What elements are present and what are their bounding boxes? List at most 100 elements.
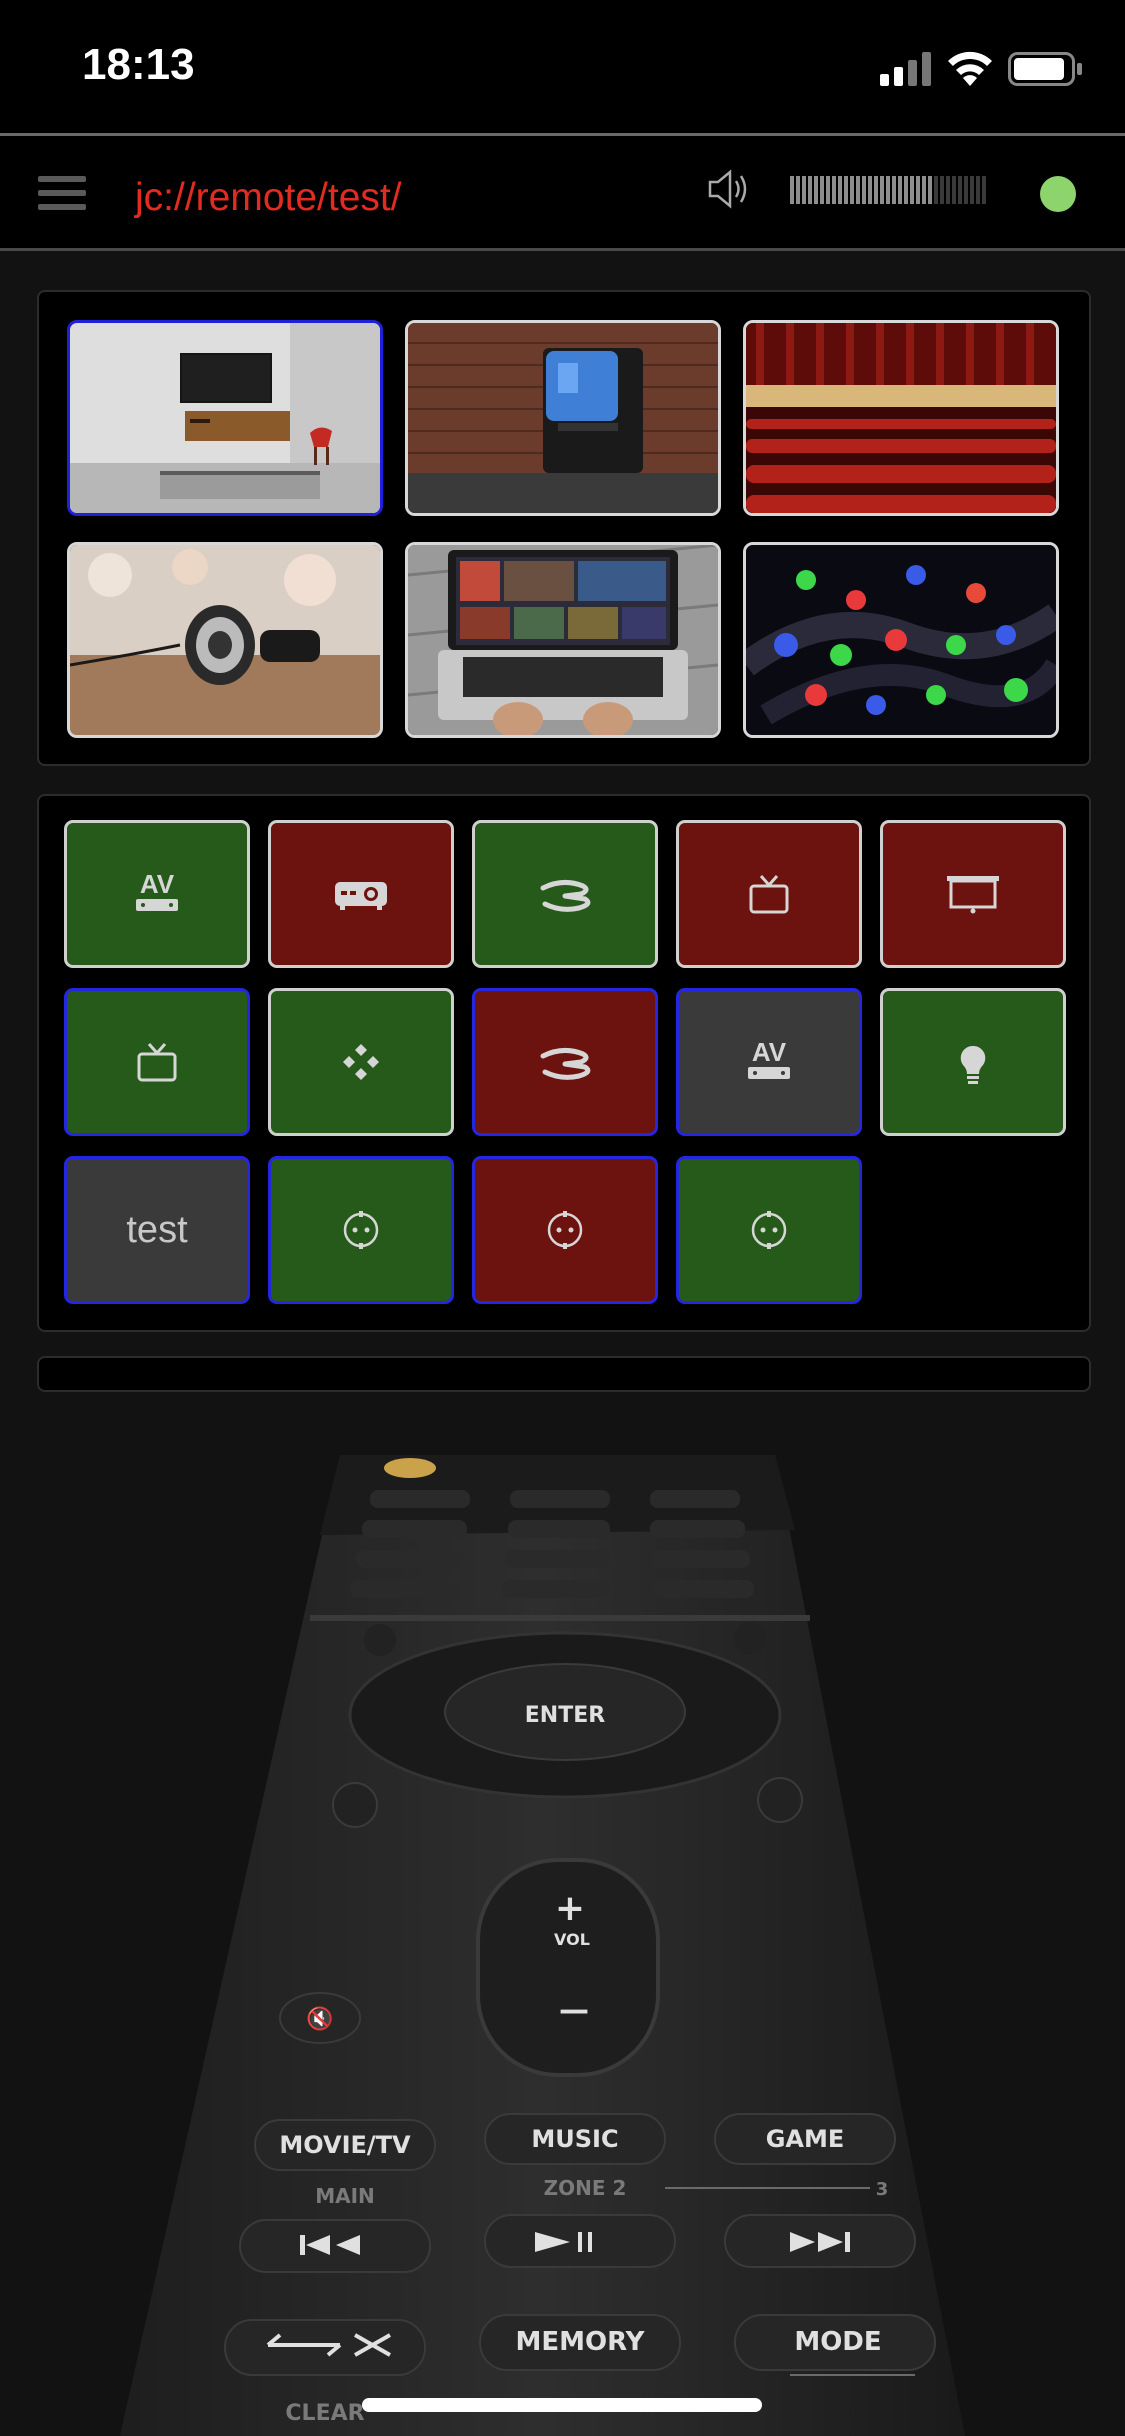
volume-tick (886, 176, 890, 204)
svg-text:🔇: 🔇 (306, 2006, 333, 2032)
plug-3-on-button[interactable] (676, 1156, 862, 1304)
tv-on-button[interactable] (64, 988, 250, 1136)
app-header: jc://remote/test/ (0, 133, 1125, 251)
home-indicator[interactable] (362, 2398, 762, 2412)
light-on-button[interactable] (880, 988, 1066, 1136)
plug-2-off-button[interactable] (472, 1156, 658, 1304)
svg-text:3: 3 (876, 2179, 889, 2200)
plug-icon (751, 1211, 787, 1249)
tv-icon (137, 1043, 177, 1082)
kodi-icon (343, 1044, 379, 1080)
svg-text:AV: AV (140, 869, 175, 899)
av-receiver-icon: AV (136, 869, 178, 911)
bluray-on-button[interactable] (472, 820, 658, 968)
svg-text:—: — (559, 1993, 589, 2028)
projector-icon (335, 882, 387, 910)
bluray-icon (540, 1048, 591, 1080)
menu-icon[interactable] (38, 176, 86, 216)
av-receiver-on-button[interactable]: AV (64, 820, 250, 968)
svg-text:+: + (555, 1888, 585, 1929)
device-button-panel: AV AV test (37, 794, 1091, 1332)
volume-tick (964, 176, 968, 204)
remote-control-image: ENTER + VOL — 🔇 MOVIE/TV MUSIC GAME MAIN… (0, 1420, 1125, 2436)
volume-tick (976, 176, 980, 204)
volume-tick (958, 176, 962, 204)
volume-tick (814, 176, 818, 204)
speaker-icon[interactable] (706, 166, 752, 212)
wifi-icon (948, 51, 992, 86)
volume-tick (946, 176, 950, 204)
volume-level-bar[interactable] (790, 176, 990, 204)
svg-text:MODE: MODE (794, 2327, 881, 2357)
svg-text:MUSIC: MUSIC (531, 2125, 618, 2153)
plug-icon (547, 1211, 583, 1249)
volume-tick (838, 176, 842, 204)
test-button[interactable]: test (64, 1156, 250, 1304)
bluray-icon (540, 880, 591, 912)
volume-tick (898, 176, 902, 204)
tv-icon (749, 875, 789, 914)
tv-off-button[interactable] (676, 820, 862, 968)
volume-tick (934, 176, 938, 204)
volume-tick (820, 176, 824, 204)
volume-tick (940, 176, 944, 204)
svg-text:CLEAR: CLEAR (285, 2401, 364, 2426)
svg-text:ENTER: ENTER (525, 1703, 605, 1728)
connection-status-indicator (1040, 176, 1076, 212)
svg-text:MOVIE/TV: MOVIE/TV (279, 2131, 411, 2159)
av-receiver-icon: AV (748, 1037, 790, 1079)
volume-tick (982, 176, 986, 204)
scene-headphones[interactable] (67, 542, 383, 738)
scene-led-lights[interactable] (743, 542, 1059, 738)
plug-icon (343, 1211, 379, 1249)
screen-icon (947, 876, 999, 914)
plug-1-on-button[interactable] (268, 1156, 454, 1304)
scene-retro-tv[interactable] (405, 320, 721, 516)
volume-tick (826, 176, 830, 204)
volume-tick (850, 176, 854, 204)
volume-tick (832, 176, 836, 204)
av-receiver-inactive-button[interactable]: AV (676, 988, 862, 1136)
screen-off-button[interactable] (880, 820, 1066, 968)
volume-tick (808, 176, 812, 204)
svg-text:MAIN: MAIN (315, 2184, 375, 2208)
volume-tick (862, 176, 866, 204)
kodi-on-button[interactable] (268, 988, 454, 1136)
app-screen: 18:13 jc://remote/test/ AV AV test ENTER… (0, 0, 1125, 2436)
scene-living-room-tv[interactable] (67, 320, 383, 516)
status-bar: 18:13 (0, 0, 1125, 133)
volume-tick (874, 176, 878, 204)
volume-tick (910, 176, 914, 204)
svg-text:AV: AV (752, 1037, 787, 1067)
svg-text:ZONE 2: ZONE 2 (544, 2176, 627, 2200)
scene-laptop-streaming[interactable] (405, 542, 721, 738)
volume-tick (970, 176, 974, 204)
volume-tick (952, 176, 956, 204)
volume-tick (802, 176, 806, 204)
volume-tick (904, 176, 908, 204)
page-title: jc://remote/test/ (135, 176, 402, 219)
test-button-label: test (126, 1208, 188, 1251)
volume-tick (844, 176, 848, 204)
volume-tick (790, 176, 794, 204)
battery-icon (1008, 52, 1082, 86)
volume-tick (916, 176, 920, 204)
svg-text:VOL: VOL (554, 1930, 590, 1949)
svg-text:GAME: GAME (766, 2125, 845, 2153)
cellular-signal-icon (880, 52, 931, 86)
svg-text:MEMORY: MEMORY (515, 2327, 645, 2357)
volume-tick (796, 176, 800, 204)
projector-off-button[interactable] (268, 820, 454, 968)
scene-theater[interactable] (743, 320, 1059, 516)
lightbulb-icon (960, 1045, 986, 1084)
bluray-off-button[interactable] (472, 988, 658, 1136)
scene-panel (37, 290, 1091, 766)
volume-tick (928, 176, 932, 204)
volume-tick (922, 176, 926, 204)
empty-panel (37, 1356, 1091, 1392)
volume-tick (868, 176, 872, 204)
volume-tick (892, 176, 896, 204)
status-time: 18:13 (82, 40, 195, 89)
volume-tick (856, 176, 860, 204)
volume-tick (880, 176, 884, 204)
